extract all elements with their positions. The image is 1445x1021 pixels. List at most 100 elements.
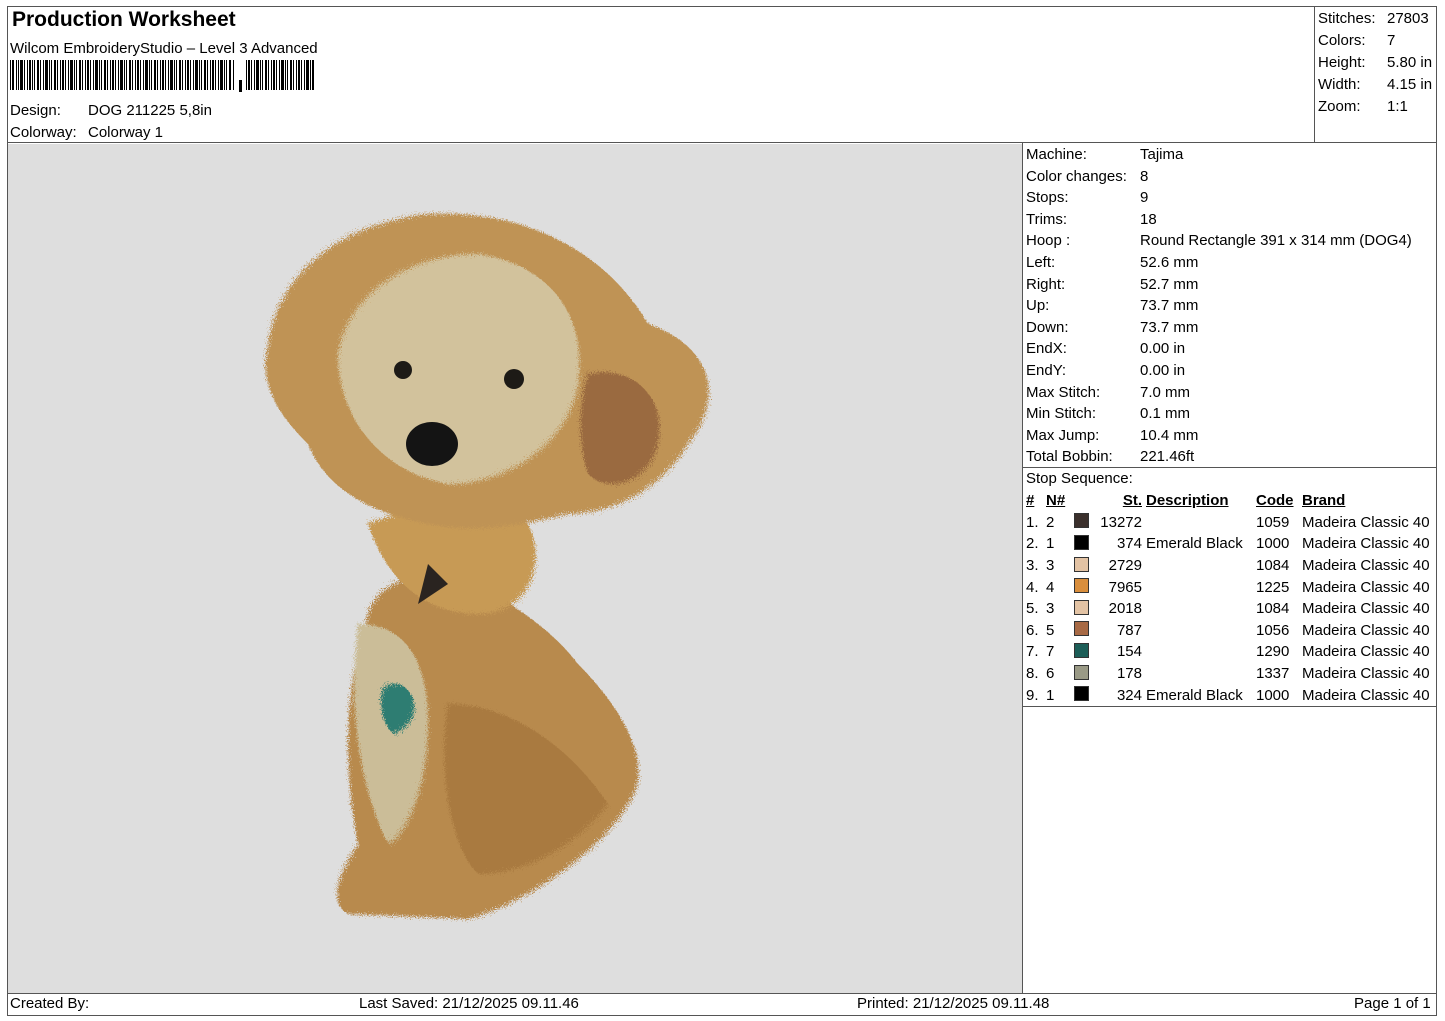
- col-code: Code: [1256, 492, 1294, 510]
- color-swatch: [1073, 513, 1089, 529]
- colorway-value: Colorway 1: [88, 124, 164, 141]
- col-num: #: [1026, 492, 1035, 510]
- cell-st: 7965: [1108, 578, 1142, 596]
- cell-code: 1084: [1256, 600, 1290, 618]
- cell-st: 374: [1116, 535, 1142, 553]
- cell-num: 5.: [1026, 600, 1039, 618]
- cell-code: 1000: [1256, 686, 1290, 704]
- stop-sequence-table: # N# St. Description Code Brand 1. 2 13272…: [1024, 490, 1430, 706]
- colorway-label: Colorway:: [10, 124, 77, 141]
- col-brand: Brand: [1302, 492, 1346, 510]
- colorway-row: Colorway: Colorway 1: [10, 124, 163, 141]
- table-row: 8. 6 178 1337 Madeira Classic 40: [1024, 663, 1430, 685]
- cell-st: 787: [1116, 621, 1142, 639]
- specs-divider: [1022, 467, 1437, 468]
- cell-brand: Madeira Classic 40: [1302, 557, 1430, 575]
- cell-brand: Madeira Classic 40: [1302, 643, 1430, 661]
- footer-divider: [7, 993, 1437, 994]
- color-swatch-cell: [1072, 555, 1090, 577]
- table-row: 6. 5 787 1056 Madeira Classic 40: [1024, 620, 1430, 642]
- cell-brand: Madeira Classic 40: [1302, 578, 1430, 596]
- cell-n: 2: [1046, 513, 1055, 531]
- spec-row: Stops: 9: [1026, 189, 1149, 207]
- color-swatch: [1073, 578, 1089, 594]
- spec-row: Left: 52.6 mm: [1026, 253, 1199, 271]
- table-header-row: # N# St. Description Code Brand: [1024, 490, 1430, 512]
- color-swatch-cell: [1072, 512, 1090, 534]
- table-row: 9. 1 324 Emerald Black 1000 Madeira Classic 4…: [1024, 684, 1430, 706]
- design-row: Design: DOG 211225 5,8in: [10, 102, 212, 119]
- cell-desc: [1142, 663, 1256, 685]
- color-swatch-cell: [1072, 533, 1090, 555]
- cell-code: 1000: [1256, 535, 1290, 553]
- color-swatch: [1073, 621, 1089, 637]
- cell-st: 2729: [1108, 557, 1142, 575]
- color-swatch-cell: [1072, 598, 1090, 620]
- spec-row: Machine: Tajima: [1026, 146, 1184, 163]
- cell-desc: [1142, 620, 1256, 642]
- table-row: 4. 4 7965 1225 Madeira Classic 40: [1024, 576, 1430, 598]
- stats-divider: [1314, 6, 1315, 143]
- spec-row: EndX: 0.00 in: [1026, 340, 1186, 358]
- cell-st: 178: [1116, 665, 1142, 683]
- cell-code: 1225: [1256, 578, 1290, 596]
- design-label: Design:: [10, 102, 61, 119]
- cell-num: 2.: [1026, 535, 1039, 553]
- color-swatch: [1073, 599, 1089, 615]
- cell-st: 324: [1116, 686, 1142, 704]
- cell-brand: Madeira Classic 40: [1302, 621, 1430, 639]
- cell-brand: Madeira Classic 40: [1302, 686, 1430, 704]
- spec-row: Up: 73.7 mm: [1026, 297, 1199, 315]
- spec-row: Hoop : Round Rectangle 391 x 314 mm (DOG4…: [1026, 232, 1412, 250]
- spec-row: Min Stitch: 0.1 mm: [1026, 405, 1191, 423]
- design-preview: [8, 144, 1022, 993]
- stat-row: Stitches: 27803: [1318, 10, 1429, 27]
- cell-n: 4: [1046, 578, 1055, 596]
- cell-desc: [1142, 512, 1256, 534]
- dog-right-eye: [504, 369, 524, 389]
- color-swatch: [1073, 642, 1089, 658]
- dog-embroidery-image: [265, 213, 709, 919]
- cell-brand: Madeira Classic 40: [1302, 600, 1430, 618]
- col-description: Description: [1146, 492, 1229, 510]
- design-value: DOG 211225 5,8in: [88, 102, 212, 119]
- color-swatch: [1073, 556, 1089, 572]
- cell-code: 1337: [1256, 665, 1290, 683]
- color-swatch-cell: [1072, 641, 1090, 663]
- spec-row: Max Stitch: 7.0 mm: [1026, 383, 1191, 401]
- cell-brand: Madeira Classic 40: [1302, 535, 1430, 553]
- cell-num: 3.: [1026, 557, 1039, 575]
- barcode: [10, 60, 314, 92]
- table-row: 5. 3 2018 1084 Madeira Classic 40: [1024, 598, 1430, 620]
- cell-num: 9.: [1026, 686, 1039, 704]
- cell-n: 1: [1046, 535, 1055, 553]
- last-saved: Last Saved: 21/12/2025 09.11.46: [359, 995, 579, 1012]
- stop-table-divider: [1022, 706, 1437, 707]
- cell-num: 4.: [1026, 578, 1039, 596]
- spec-row: Right: 52.7 mm: [1026, 275, 1199, 293]
- table-row: 1. 2 13272 1059 Madeira Classic 40: [1024, 512, 1430, 534]
- table-row: 7. 7 154 1290 Madeira Classic 40: [1024, 641, 1430, 663]
- cell-code: 1290: [1256, 643, 1290, 661]
- cell-brand: Madeira Classic 40: [1302, 513, 1430, 531]
- cell-desc: [1142, 641, 1256, 663]
- cell-code: 1056: [1256, 621, 1290, 639]
- page-number: Page 1 of 1: [1354, 995, 1431, 1012]
- cell-desc: Emerald Black: [1146, 535, 1243, 553]
- stop-sequence-title: Stop Sequence:: [1026, 470, 1133, 487]
- preview-divider: [1022, 142, 1023, 993]
- created-by: Created By:: [10, 995, 90, 1012]
- color-swatch-cell: [1072, 663, 1090, 685]
- cell-num: 6.: [1026, 621, 1039, 639]
- cell-n: 5: [1046, 621, 1055, 639]
- spec-row: Trims: 18: [1026, 210, 1157, 228]
- spec-row: Max Jump: 10.4 mm: [1026, 426, 1199, 444]
- color-swatch-cell: [1072, 684, 1090, 706]
- cell-desc: [1142, 576, 1256, 598]
- color-swatch: [1073, 686, 1089, 702]
- col-n: N#: [1046, 492, 1066, 510]
- cell-n: 1: [1046, 686, 1055, 704]
- col-st: St.: [1122, 492, 1142, 510]
- spec-row: Total Bobbin: 221.46ft: [1026, 448, 1195, 466]
- cell-n: 7: [1046, 643, 1055, 661]
